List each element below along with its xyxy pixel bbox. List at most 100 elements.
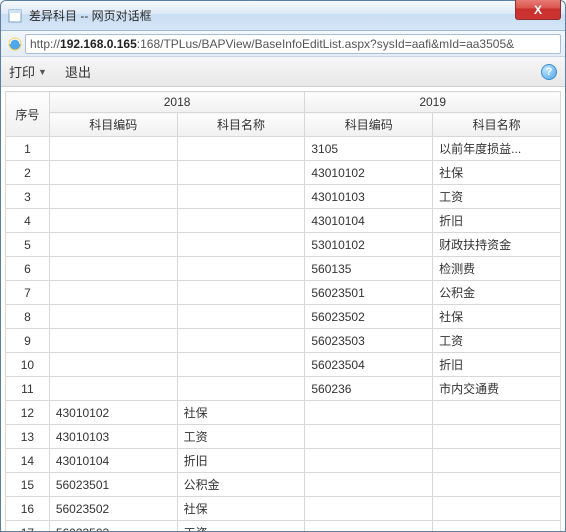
- cell-code-1: [49, 305, 177, 329]
- cell-name-1: [177, 209, 305, 233]
- cell-code-2: 56023502: [305, 305, 433, 329]
- cell-seq: 2: [6, 161, 50, 185]
- cell-name-2: 社保: [433, 305, 561, 329]
- url-rest: :168/TPLus/BAPView/BaseInfoEditList.aspx…: [137, 37, 514, 51]
- cell-name-1: [177, 185, 305, 209]
- cell-name-1: 社保: [177, 497, 305, 521]
- table-row[interactable]: 6560135检测费: [6, 257, 561, 281]
- table-row[interactable]: 553010102财政扶持资金: [6, 233, 561, 257]
- cell-seq: 9: [6, 329, 50, 353]
- dialog-window: 差异科目 -- 网页对话框 X http://192.168.0.165:168…: [0, 0, 566, 532]
- header-seq[interactable]: 序号: [6, 92, 50, 137]
- exit-label: 退出: [65, 62, 91, 81]
- cell-seq: 15: [6, 473, 50, 497]
- ie-icon: [5, 36, 25, 52]
- cell-code-1: 43010104: [49, 449, 177, 473]
- cell-name-1: 公积金: [177, 473, 305, 497]
- cell-seq: 16: [6, 497, 50, 521]
- table-row[interactable]: 10 56023504折旧: [6, 353, 561, 377]
- cell-seq: 11: [6, 377, 50, 401]
- cell-name-2: 社保: [433, 161, 561, 185]
- cell-code-2: [305, 521, 433, 532]
- cell-name-2: 检测费: [433, 257, 561, 281]
- cell-seq: 7: [6, 281, 50, 305]
- header-code-1[interactable]: 科目编码: [49, 113, 177, 137]
- cell-name-2: [433, 497, 561, 521]
- table-row[interactable]: 11560236市内交通费: [6, 377, 561, 401]
- table-row[interactable]: 1556023501公积金: [6, 473, 561, 497]
- cell-code-2: 56023501: [305, 281, 433, 305]
- table-row[interactable]: 443010104折旧: [6, 209, 561, 233]
- cell-name-2: [433, 521, 561, 532]
- cell-name-2: [433, 401, 561, 425]
- cell-code-2: 43010102: [305, 161, 433, 185]
- page-icon: [7, 8, 23, 24]
- table-row[interactable]: 1756023503工资: [6, 521, 561, 532]
- print-button[interactable]: 打印 ▼: [9, 62, 47, 81]
- cell-code-2: 43010103: [305, 185, 433, 209]
- help-button[interactable]: ?: [541, 64, 557, 80]
- cell-name-1: [177, 377, 305, 401]
- url-host: 192.168.0.165: [60, 37, 137, 51]
- cell-code-1: 56023501: [49, 473, 177, 497]
- url-field[interactable]: http://192.168.0.165:168/TPLus/BAPView/B…: [25, 34, 561, 54]
- data-table: 序号 2018 2019 科目编码 科目名称 科目编码 科目名称 13105以前…: [5, 91, 561, 531]
- titlebar[interactable]: 差异科目 -- 网页对话框 X: [1, 1, 565, 31]
- table-row[interactable]: 956023503工资: [6, 329, 561, 353]
- cell-name-1: [177, 281, 305, 305]
- cell-code-2: 43010104: [305, 209, 433, 233]
- cell-code-2: 56023504: [305, 353, 433, 377]
- cell-seq: 13: [6, 425, 50, 449]
- cell-name-2: 财政扶持资金: [433, 233, 561, 257]
- cell-name-1: [177, 329, 305, 353]
- cell-code-2: [305, 473, 433, 497]
- cell-seq: 8: [6, 305, 50, 329]
- cell-code-1: [49, 233, 177, 257]
- cell-name-1: [177, 161, 305, 185]
- help-icon: ?: [546, 66, 553, 78]
- table-row[interactable]: 2 43010102社保: [6, 161, 561, 185]
- table-row[interactable]: 1443010104折旧: [6, 449, 561, 473]
- cell-code-1: 56023502: [49, 497, 177, 521]
- cell-code-1: [49, 185, 177, 209]
- cell-code-1: [49, 377, 177, 401]
- cell-name-1: [177, 137, 305, 161]
- cell-name-1: [177, 257, 305, 281]
- cell-seq: 5: [6, 233, 50, 257]
- cell-code-1: [49, 137, 177, 161]
- cell-code-2: 56023503: [305, 329, 433, 353]
- exit-button[interactable]: 退出: [65, 62, 91, 81]
- close-icon: X: [534, 3, 542, 17]
- table-row[interactable]: 1343010103工资: [6, 425, 561, 449]
- cell-name-1: 工资: [177, 425, 305, 449]
- cell-code-2: [305, 401, 433, 425]
- content-area[interactable]: 序号 2018 2019 科目编码 科目名称 科目编码 科目名称 13105以前…: [1, 87, 565, 531]
- table-row[interactable]: 8 56023502社保: [6, 305, 561, 329]
- table-row[interactable]: 343010103工资: [6, 185, 561, 209]
- table-row[interactable]: 13105以前年度损益...: [6, 137, 561, 161]
- cell-name-2: 折旧: [433, 209, 561, 233]
- cell-name-2: [433, 473, 561, 497]
- cell-code-1: [49, 209, 177, 233]
- header-name-1[interactable]: 科目名称: [177, 113, 305, 137]
- cell-code-1: 43010102: [49, 401, 177, 425]
- table-row[interactable]: 7 56023501公积金: [6, 281, 561, 305]
- cell-code-2: 560135: [305, 257, 433, 281]
- cell-name-2: 折旧: [433, 353, 561, 377]
- close-button[interactable]: X: [515, 0, 561, 20]
- header-code-2[interactable]: 科目编码: [305, 113, 433, 137]
- header-year2[interactable]: 2019: [305, 92, 561, 113]
- table-row[interactable]: 1656023502社保: [6, 497, 561, 521]
- header-name-2[interactable]: 科目名称: [433, 113, 561, 137]
- toolbar: 打印 ▼ 退出 ?: [1, 57, 565, 87]
- cell-name-1: 工资: [177, 521, 305, 532]
- cell-name-1: [177, 233, 305, 257]
- cell-seq: 10: [6, 353, 50, 377]
- cell-name-2: 公积金: [433, 281, 561, 305]
- cell-code-2: 560236: [305, 377, 433, 401]
- cell-seq: 1: [6, 137, 50, 161]
- cell-code-1: [49, 281, 177, 305]
- table-row[interactable]: 1243010102社保: [6, 401, 561, 425]
- address-bar: http://192.168.0.165:168/TPLus/BAPView/B…: [1, 31, 565, 57]
- header-year1[interactable]: 2018: [49, 92, 305, 113]
